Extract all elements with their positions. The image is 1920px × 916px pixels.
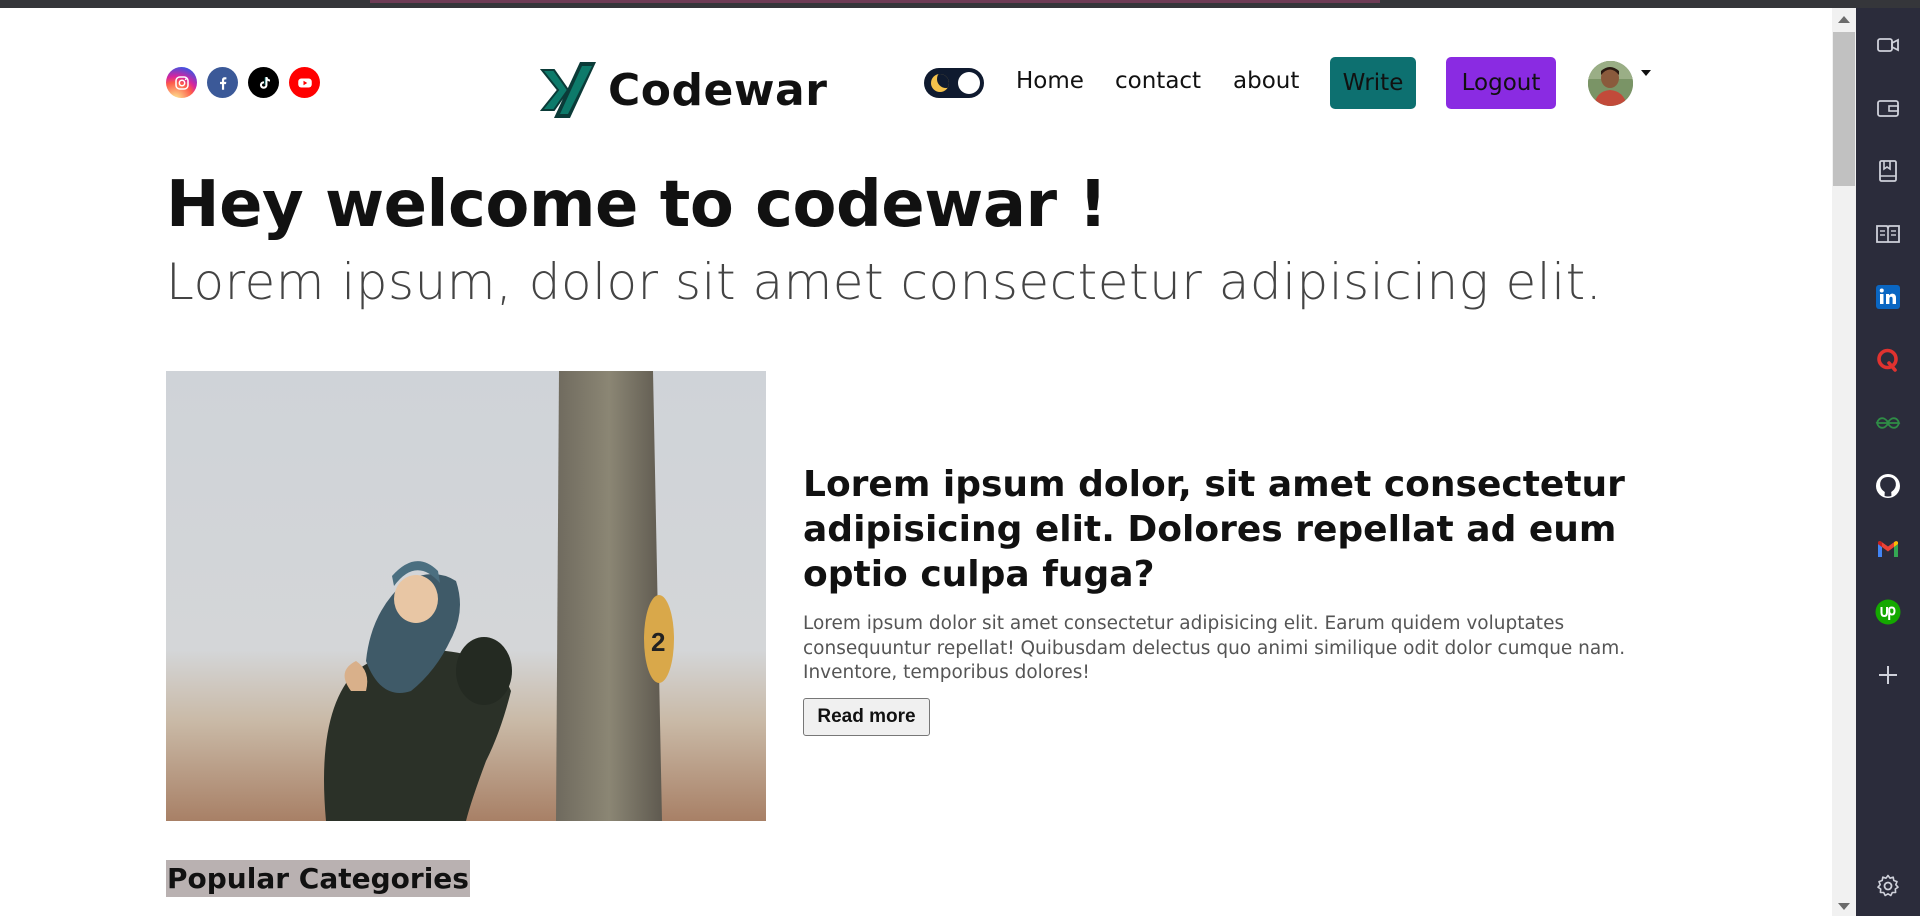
site-logo[interactable]: Codewar [540, 60, 827, 120]
page-title: Hey welcome to codewar ! [166, 168, 1108, 242]
photo-icon: 2 [166, 371, 766, 821]
facebook-icon[interactable] [207, 67, 238, 98]
instagram-icon[interactable] [166, 67, 197, 98]
browser-side-panel [1856, 8, 1920, 916]
popular-categories-heading: Popular Categories [166, 860, 470, 897]
nav-about[interactable]: about [1233, 68, 1299, 94]
video-icon[interactable] [1874, 31, 1902, 59]
page-viewport: Codewar Home contact about Write Logout … [0, 8, 1832, 916]
settings-icon[interactable] [1874, 872, 1902, 900]
write-button[interactable]: Write [1330, 57, 1416, 109]
upwork-icon[interactable] [1874, 598, 1902, 626]
moon-icon [931, 74, 949, 92]
wallet-icon[interactable] [1874, 94, 1902, 122]
avatar[interactable] [1588, 61, 1633, 106]
quora-icon[interactable] [1874, 346, 1902, 374]
geeksforgeeks-icon[interactable] [1874, 409, 1902, 437]
nav-contact[interactable]: contact [1115, 68, 1201, 94]
logo-text: Codewar [608, 64, 828, 116]
read-more-button[interactable]: Read more [803, 698, 930, 736]
svg-text:2: 2 [651, 627, 665, 657]
tiktok-icon[interactable] [248, 67, 279, 98]
nav-home[interactable]: Home [1016, 68, 1084, 94]
linkedin-icon[interactable] [1874, 283, 1902, 311]
github-icon[interactable] [1874, 472, 1902, 500]
social-links [166, 67, 320, 98]
logout-button[interactable]: Logout [1446, 57, 1556, 109]
page-scrollbar[interactable] [1832, 8, 1856, 916]
browser-top-strip [0, 0, 1920, 8]
featured-post-title[interactable]: Lorem ipsum dolor, sit amet consectetur … [803, 462, 1663, 597]
tab-accent-line [370, 0, 1380, 3]
bookmark-book-icon[interactable] [1874, 157, 1902, 185]
reading-list-icon[interactable] [1874, 220, 1902, 248]
featured-post-description: Lorem ipsum dolor sit amet consectetur a… [803, 613, 1626, 683]
page-subtitle: Lorem ipsum, dolor sit amet consectetur … [166, 253, 1603, 311]
featured-post-image[interactable]: 2 [166, 371, 766, 821]
logo-mark-icon [540, 62, 596, 118]
theme-toggle[interactable] [924, 68, 984, 98]
gmail-icon[interactable] [1874, 535, 1902, 563]
add-icon[interactable] [1874, 661, 1902, 689]
chevron-down-icon[interactable] [1641, 70, 1651, 76]
scroll-up-arrow-icon[interactable] [1838, 16, 1850, 23]
youtube-icon[interactable] [289, 67, 320, 98]
scroll-down-arrow-icon[interactable] [1838, 903, 1850, 910]
toggle-knob [958, 72, 980, 94]
scrollbar-thumb[interactable] [1833, 32, 1855, 186]
